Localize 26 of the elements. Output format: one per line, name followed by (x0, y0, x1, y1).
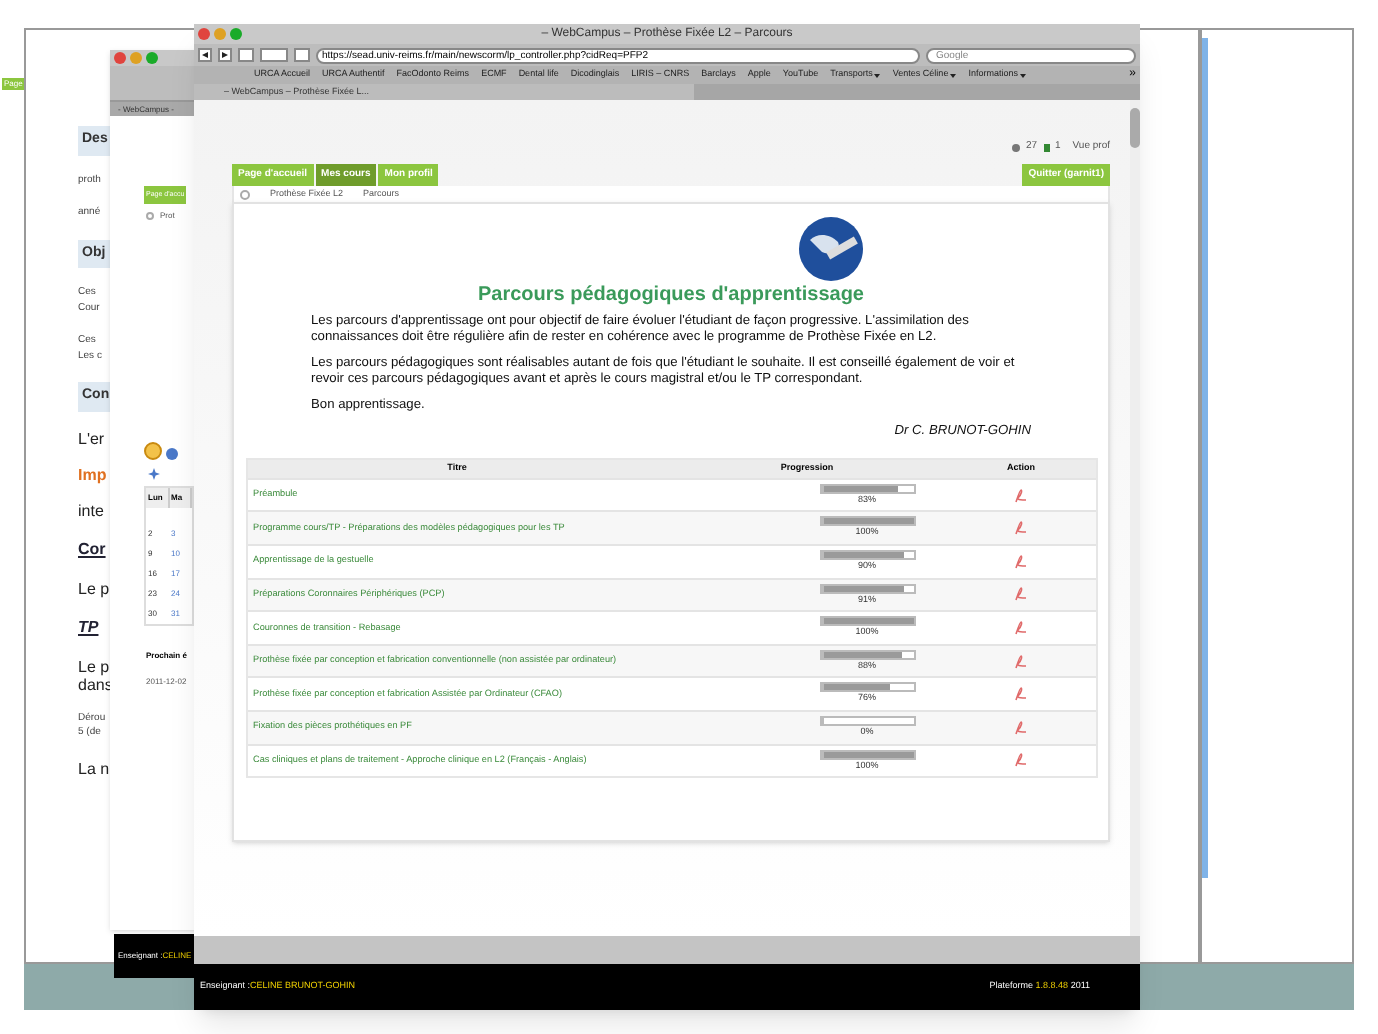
home-icon[interactable] (240, 189, 250, 199)
text-size-button[interactable] (260, 48, 288, 62)
zoom-icon[interactable] (230, 28, 242, 40)
text-line: L'er (78, 429, 107, 447)
right-triangle-icon (222, 52, 228, 58)
left-triangle-icon (202, 52, 208, 58)
back-button[interactable] (198, 48, 212, 62)
forward-button[interactable] (218, 48, 232, 62)
message-icon (1043, 143, 1049, 152)
add-icon[interactable] (148, 468, 160, 481)
add-bookmark-button[interactable] (294, 48, 310, 62)
section-link[interactable]: Cor (78, 537, 118, 561)
text-line: Le p (78, 579, 112, 597)
text-line: Imp (78, 465, 109, 483)
zoom-icon[interactable] (146, 52, 158, 64)
close-icon[interactable] (114, 52, 126, 64)
text-line: Le p (78, 657, 112, 675)
page-title: Parcours pédagogiques d'apprentissage (476, 282, 866, 310)
bookmarks-button[interactable] (238, 48, 254, 62)
users-icon (1011, 143, 1020, 152)
text-line: inte (78, 501, 106, 519)
sun-icon[interactable] (144, 442, 162, 461)
text-line: La n (78, 759, 112, 777)
section-link[interactable]: TP (78, 615, 118, 639)
close-icon[interactable] (198, 28, 210, 40)
home-icon[interactable] (146, 212, 154, 221)
